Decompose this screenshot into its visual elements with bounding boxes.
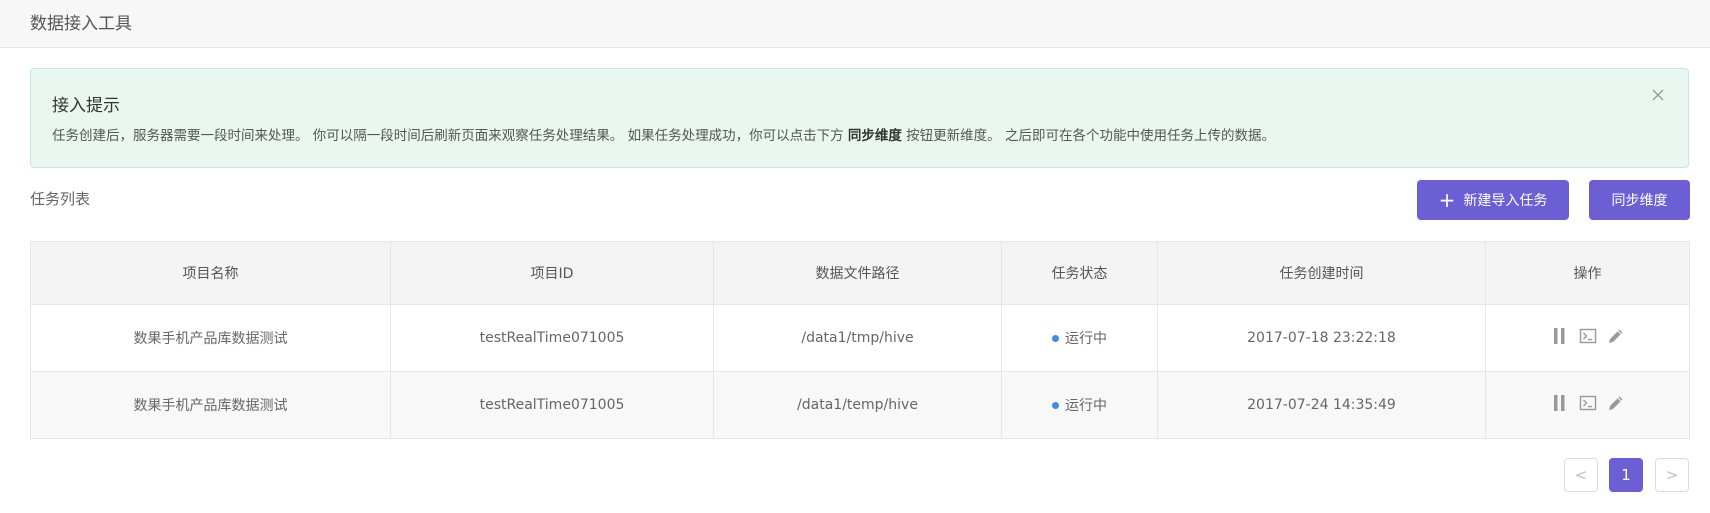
column-header-file-path: 数据文件路径 bbox=[713, 241, 1002, 305]
task-table: 项目名称 项目ID 数据文件路径 任务状态 任务创建时间 操作 数果手机产品库数… bbox=[30, 241, 1690, 439]
new-import-task-button[interactable]: + 新建导入任务 bbox=[1417, 180, 1569, 220]
status-label: 运行中 bbox=[1065, 398, 1107, 414]
cell-created-time: 2017-07-18 23:22:18 bbox=[1157, 304, 1486, 372]
close-icon[interactable] bbox=[1650, 87, 1666, 103]
new-import-task-label: 新建导入任务 bbox=[1463, 193, 1548, 209]
column-header-project-name: 项目名称 bbox=[30, 241, 391, 305]
table-header-row: 项目名称 项目ID 数据文件路径 任务状态 任务创建时间 操作 bbox=[30, 241, 1690, 305]
pagination-prev-button[interactable]: < bbox=[1564, 458, 1598, 492]
sync-dimensions-button[interactable]: 同步维度 bbox=[1589, 180, 1690, 220]
status-dot-icon bbox=[1052, 401, 1059, 409]
alert-desc-text-2: 按钮更新维度。 之后即可在各个功能中使用任务上传的数据。 bbox=[901, 128, 1275, 144]
alert-desc-text-1: 任务创建后，服务器需要一段时间来处理。 你可以隔一段时间后刷新页面来观察任务处理… bbox=[52, 128, 848, 144]
edit-icon[interactable] bbox=[1607, 327, 1625, 345]
cell-actions bbox=[1485, 371, 1690, 439]
page-header: 数据接入工具 bbox=[0, 0, 1710, 48]
alert-title: 接入提示 bbox=[52, 96, 120, 116]
status-label: 运行中 bbox=[1065, 331, 1107, 347]
edit-icon[interactable] bbox=[1607, 394, 1625, 412]
column-header-created-time: 任务创建时间 bbox=[1157, 241, 1486, 305]
pagination-page-1[interactable]: 1 bbox=[1609, 458, 1643, 492]
status-dot-icon bbox=[1052, 334, 1059, 342]
terminal-icon[interactable] bbox=[1579, 327, 1597, 345]
cell-project-name: 数果手机产品库数据测试 bbox=[30, 371, 391, 439]
cell-file-path: /data1/tmp/hive bbox=[713, 304, 1002, 372]
alert-desc-bold: 同步维度 bbox=[847, 128, 902, 144]
cell-actions bbox=[1485, 304, 1690, 372]
cell-file-path: /data1/temp/hive bbox=[713, 371, 1002, 439]
table-row: 数果手机产品库数据测试 testRealTime071005 /data1/tm… bbox=[30, 304, 1690, 372]
pause-icon[interactable] bbox=[1551, 394, 1569, 412]
cell-project-id: testRealTime071005 bbox=[390, 371, 714, 439]
cell-project-id: testRealTime071005 bbox=[390, 304, 714, 372]
cell-status: 运行中 bbox=[1001, 371, 1158, 439]
cell-project-name: 数果手机产品库数据测试 bbox=[30, 304, 391, 372]
table-row: 数果手机产品库数据测试 testRealTime071005 /data1/te… bbox=[30, 371, 1690, 439]
page-title: 数据接入工具 bbox=[30, 14, 132, 34]
column-header-actions: 操作 bbox=[1485, 241, 1690, 305]
cell-created-time: 2017-07-24 14:35:49 bbox=[1157, 371, 1486, 439]
terminal-icon[interactable] bbox=[1579, 394, 1597, 412]
info-alert: 接入提示 任务创建后，服务器需要一段时间来处理。 你可以隔一段时间后刷新页面来观… bbox=[30, 68, 1689, 168]
alert-description: 任务创建后，服务器需要一段时间来处理。 你可以隔一段时间后刷新页面来观察任务处理… bbox=[52, 124, 1275, 144]
pause-icon[interactable] bbox=[1551, 327, 1569, 345]
column-header-project-id: 项目ID bbox=[390, 241, 714, 305]
plus-icon: + bbox=[1438, 188, 1456, 212]
pagination-next-button[interactable]: > bbox=[1655, 458, 1689, 492]
cell-status: 运行中 bbox=[1001, 304, 1158, 372]
task-list-title: 任务列表 bbox=[30, 190, 91, 208]
column-header-status: 任务状态 bbox=[1001, 241, 1158, 305]
